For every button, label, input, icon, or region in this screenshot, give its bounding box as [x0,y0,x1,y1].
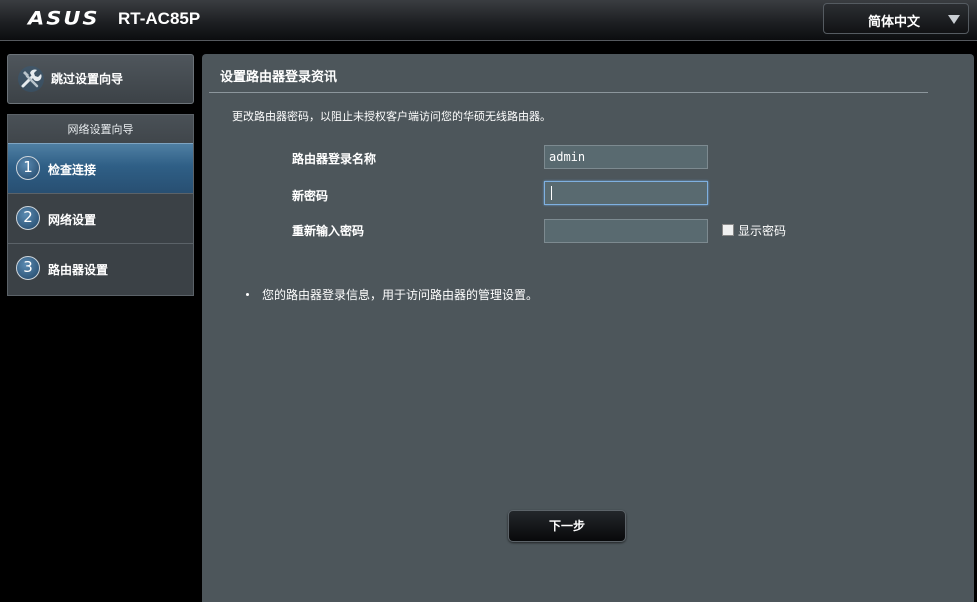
wizard-title: 网络设置向导 [8,115,193,143]
step-number-badge: 3 [16,256,40,280]
main-panel: 设置路由器登录资讯 更改路由器密码，以阻止未授权客户端访问您的华硕无线路由器。 … [202,54,974,602]
step-number-badge: 1 [16,156,40,180]
title-divider [209,92,928,93]
step-label: 路由器设置 [48,263,109,277]
show-password-label: 显示密码 [738,224,787,238]
username-field[interactable] [544,145,708,169]
confirm-password-field[interactable] [544,219,708,243]
bullet-dot [246,293,249,296]
wrench-screwdriver-icon [18,66,44,92]
asus-logo: ASUS [28,7,100,29]
show-password-toggle[interactable]: 显示密码 [722,222,786,239]
step-label: 检查连接 [48,163,97,177]
page-description: 更改路由器密码，以阻止未授权客户端访问您的华硕无线路由器。 [232,110,551,123]
setup-wizard-nav: 网络设置向导 1 检查连接 2 网络设置 3 路由器设置 [7,114,194,296]
wizard-step-check-connection[interactable]: 1 检查连接 [8,143,193,193]
step-number-badge: 2 [16,206,40,230]
model-name: RT-AC85P [118,9,201,28]
new-password-field[interactable] [544,181,708,205]
skip-wizard-label: 跳过设置向导 [51,72,124,86]
skip-wizard-button[interactable]: 跳过设置向导 [7,54,194,104]
step-label: 网络设置 [48,213,97,227]
show-password-checkbox[interactable] [722,224,734,236]
wizard-step-router-settings[interactable]: 3 路由器设置 [8,243,193,293]
page-title: 设置路由器登录资讯 [220,70,338,85]
new-password-label: 新密码 [292,189,329,203]
login-info-note: 您的路由器登录信息，用于访问路由器的管理设置。 [262,288,539,302]
text-caret [551,186,552,200]
confirm-password-label: 重新输入密码 [292,224,365,238]
caret-down-icon [948,15,960,24]
top-header: ASUS RT-AC85P 简体中文 [0,0,977,41]
language-select[interactable]: 简体中文 [823,3,969,34]
wizard-step-network-settings[interactable]: 2 网络设置 [8,193,193,243]
next-button[interactable]: 下一步 [508,510,626,542]
language-label: 简体中文 [868,15,921,30]
username-label: 路由器登录名称 [292,152,377,166]
